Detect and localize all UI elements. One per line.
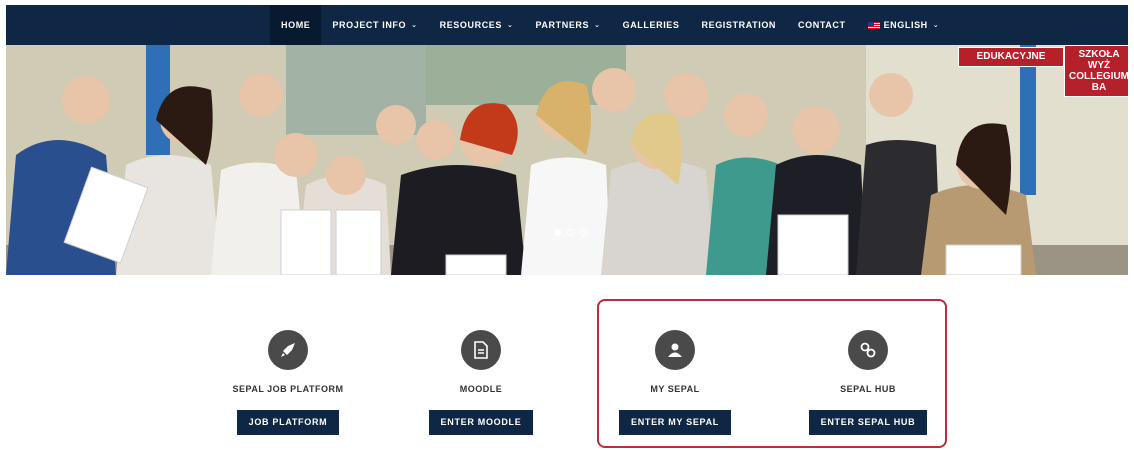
slider-dot[interactable] <box>580 229 587 236</box>
hero-slider[interactable]: EDUKACYJNE SZKOŁA WYŻ COLLEGIUM BA <box>6 45 1128 275</box>
nav-item-label: PROJECT INFO <box>332 20 407 30</box>
building-sign-left: EDUKACYJNE <box>958 47 1064 67</box>
nav-item-label: RESOURCES <box>439 20 503 30</box>
feature-sepal-hub: SEPAL HUB ENTER SEPAL HUB <box>783 330 953 435</box>
hero-group-photo <box>6 45 1128 275</box>
nav-item-registration[interactable]: REGISTRATION <box>691 5 788 45</box>
feature-title: MOODLE <box>459 384 503 394</box>
link-icon <box>848 330 888 370</box>
chevron-down-icon: ⌄ <box>411 22 418 29</box>
feature-title: SEPAL JOB PLATFORM <box>232 384 344 394</box>
job-platform-button[interactable]: JOB PLATFORM <box>236 410 340 435</box>
user-icon <box>655 330 695 370</box>
sign-text: COLLEGIUM BA <box>1069 71 1128 93</box>
rocket-icon <box>268 330 308 370</box>
sign-text: SZKOŁA WYŻ <box>1078 49 1120 71</box>
nav-item-resources[interactable]: RESOURCES ⌄ <box>429 5 525 45</box>
nav-item-label: HOME <box>281 20 311 30</box>
sign-text: EDUKACYJNE <box>976 51 1046 62</box>
nav-item-partners[interactable]: PARTNERS ⌄ <box>524 5 611 45</box>
nav-menu: HOME PROJECT INFO ⌄ RESOURCES ⌄ PARTNERS… <box>270 5 950 45</box>
nav-item-language[interactable]: ENGLISH ⌄ <box>857 5 951 45</box>
slider-dots <box>554 229 587 236</box>
feature-title: MY SEPAL <box>650 384 700 394</box>
chevron-down-icon: ⌄ <box>932 22 940 29</box>
feature-job-platform: SEPAL JOB PLATFORM JOB PLATFORM <box>203 330 373 435</box>
building-sign-right: SZKOŁA WYŻ COLLEGIUM BA <box>1064 45 1128 97</box>
nav-item-label: REGISTRATION <box>701 20 777 30</box>
enter-my-sepal-button[interactable]: ENTER MY SEPAL <box>619 410 731 435</box>
nav-item-label: CONTACT <box>798 20 846 30</box>
nav-item-label: GALLERIES <box>622 20 680 30</box>
nav-item-project-info[interactable]: PROJECT INFO ⌄ <box>321 5 428 45</box>
chevron-down-icon: ⌄ <box>507 22 514 29</box>
enter-moodle-button[interactable]: ENTER MOODLE <box>428 410 534 435</box>
chevron-down-icon: ⌄ <box>594 22 601 29</box>
nav-item-galleries[interactable]: GALLERIES <box>612 5 691 45</box>
nav-item-contact[interactable]: CONTACT <box>787 5 857 45</box>
slider-dot[interactable] <box>567 229 574 236</box>
document-icon <box>461 330 501 370</box>
top-navigation-bar: HOME PROJECT INFO ⌄ RESOURCES ⌄ PARTNERS… <box>6 5 1128 45</box>
feature-title: SEPAL HUB <box>840 384 896 394</box>
enter-sepal-hub-button[interactable]: ENTER SEPAL HUB <box>808 410 928 435</box>
feature-my-sepal: MY SEPAL ENTER MY SEPAL <box>590 330 760 435</box>
nav-item-label: PARTNERS <box>535 20 590 30</box>
nav-item-label: ENGLISH <box>883 20 928 30</box>
nav-item-home[interactable]: HOME <box>270 5 322 45</box>
slider-dot[interactable] <box>554 229 561 236</box>
uk-flag-icon <box>867 21 880 29</box>
feature-moodle: MOODLE ENTER MOODLE <box>396 330 566 435</box>
